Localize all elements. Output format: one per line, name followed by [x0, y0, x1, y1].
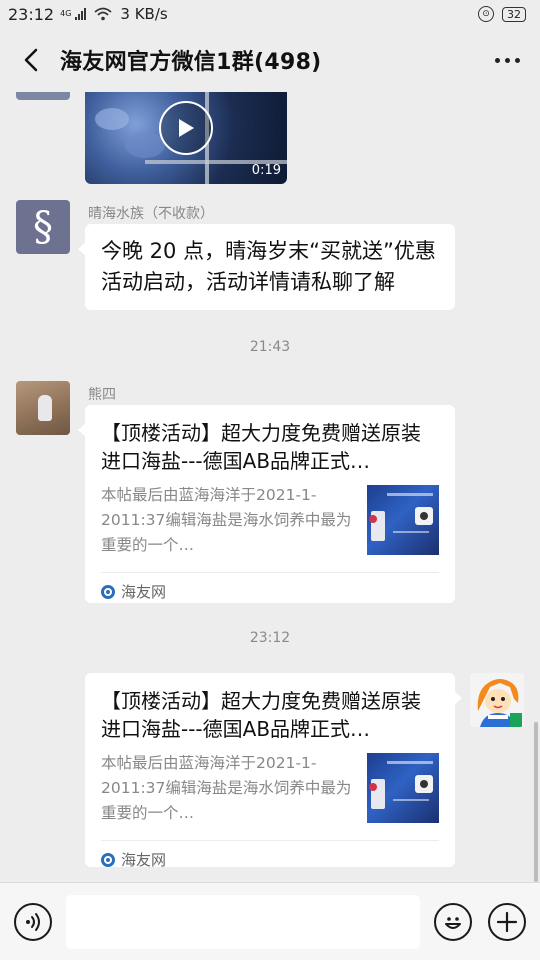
video-message[interactable]: 0:19	[85, 92, 287, 184]
source-name: 海友网	[121, 851, 167, 869]
avatar[interactable]	[16, 381, 70, 435]
card-description: 本帖最后由蓝海海洋于2021-1-2011:37编辑海盐是海水饲养中最为重要的一…	[101, 754, 352, 822]
chat-header: 海友网官方微信1群(498)	[0, 28, 540, 92]
back-arrow-icon[interactable]	[16, 45, 46, 75]
chat-title: 海友网官方微信1群(498)	[60, 50, 322, 75]
status-time: 23:12	[8, 4, 55, 24]
avatar[interactable]: §	[16, 200, 70, 254]
avatar-figure	[38, 395, 52, 421]
network-speed: 3 KB/s	[120, 5, 168, 23]
play-icon[interactable]	[159, 101, 213, 155]
link-card[interactable]: 【顶楼活动】超大力度免费赠送原装进口海盐---德国AB品牌正式… 本帖最后由蓝海…	[78, 405, 455, 603]
card-title: 【顶楼活动】超大力度免费赠送原装进口海盐---德国AB品牌正式…	[101, 421, 421, 473]
source-name: 海友网	[121, 583, 167, 601]
status-bar: 23:12 4G 3 KB/s ⊙ 32	[0, 0, 540, 28]
card-source: 海友网	[101, 572, 439, 610]
source-logo-icon	[101, 852, 115, 867]
avatar[interactable]	[470, 673, 524, 727]
cartoon-avatar-icon	[470, 673, 524, 727]
coral-decor	[95, 108, 129, 130]
wifi-icon	[94, 7, 112, 21]
message-bubble[interactable]: 今晚 20 点，晴海岁末“买就送”优惠活动启动，活动详情请私聊了解	[78, 224, 455, 310]
scrollbar[interactable]	[534, 722, 538, 882]
message-timestamp: 23:12	[249, 630, 291, 646]
rotation-lock-icon: ⊙	[478, 6, 494, 22]
avatar[interactable]	[16, 92, 70, 100]
input-bar	[0, 882, 540, 960]
section-logo-icon: §	[33, 204, 53, 250]
message-text: 今晚 20 点，晴海岁末“买就送”优惠活动启动，活动详情请私聊了解	[101, 239, 436, 294]
link-card[interactable]: 【顶楼活动】超大力度免费赠送原装进口海盐---德国AB品牌正式… 本帖最后由蓝海…	[85, 673, 462, 869]
more-icon[interactable]	[491, 50, 524, 71]
message-timestamp: 21:43	[249, 339, 291, 355]
card-thumbnail	[367, 485, 439, 555]
message-input[interactable]	[66, 894, 420, 949]
battery-indicator: 32	[502, 6, 526, 22]
network-type: 4G	[60, 8, 72, 18]
card-thumbnail	[367, 753, 439, 823]
sender-name: 熊四	[88, 387, 116, 403]
voice-icon[interactable]	[14, 902, 52, 941]
plus-icon[interactable]	[488, 902, 526, 941]
card-description: 本帖最后由蓝海海洋于2021-1-2011:37编辑海盐是海水饲养中最为重要的一…	[101, 486, 352, 554]
card-title: 【顶楼活动】超大力度免费赠送原装进口海盐---德国AB品牌正式…	[101, 689, 421, 741]
signal-icon	[75, 8, 87, 20]
card-source: 海友网	[101, 840, 439, 878]
sender-name: 晴海水族（不收款）	[88, 206, 214, 222]
video-duration: 0:19	[251, 163, 281, 178]
emoji-icon[interactable]	[434, 902, 472, 941]
source-logo-icon	[101, 584, 115, 599]
chat-area[interactable]: 0:19 § 晴海水族（不收款） 今晚 20 点，晴海岁末“买就送”优惠活动启动…	[0, 92, 540, 882]
coral-decor	[125, 132, 165, 158]
